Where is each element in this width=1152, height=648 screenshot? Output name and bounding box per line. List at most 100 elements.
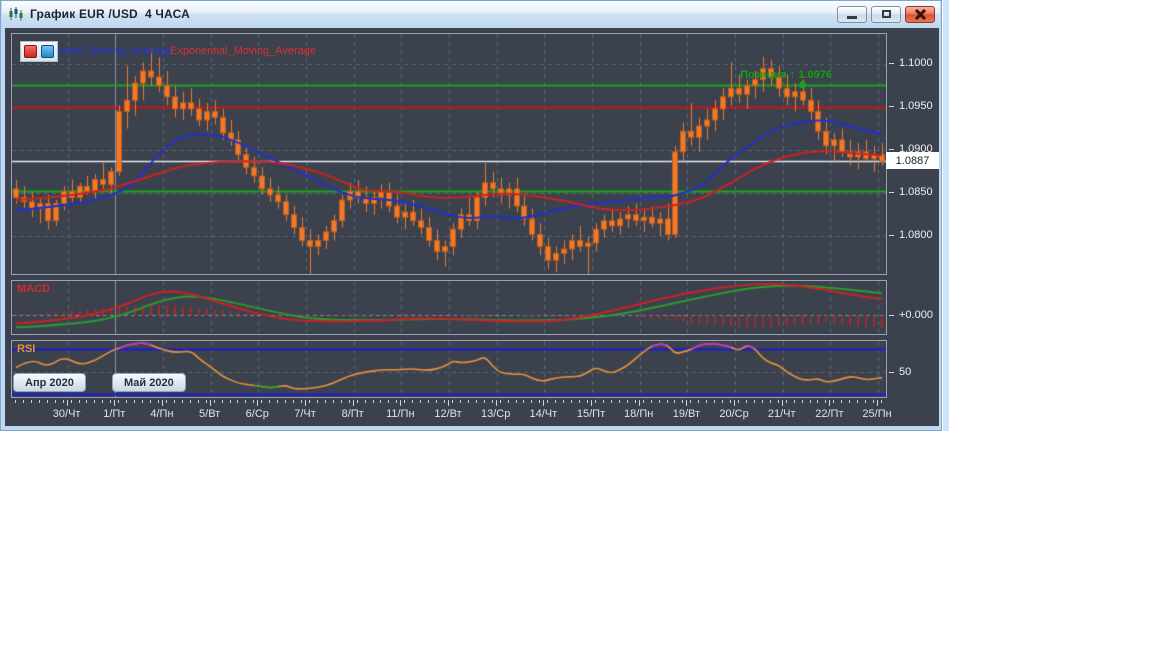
date-label: 22/Пт xyxy=(815,408,844,420)
minor-time-tick xyxy=(651,400,652,403)
rsi-axis-label: 50 xyxy=(889,366,911,378)
date-label: 25/Пн xyxy=(862,408,892,420)
major-time-tick xyxy=(591,400,592,406)
minor-time-tick xyxy=(63,400,64,403)
macd-label: MACD xyxy=(17,283,50,295)
date-label: 12/Вт xyxy=(434,408,462,420)
rsi-axis-value: 50 xyxy=(899,366,912,378)
minor-time-tick xyxy=(31,400,32,403)
major-time-tick xyxy=(257,400,258,406)
minor-time-tick xyxy=(277,400,278,403)
minimize-button[interactable] xyxy=(837,5,867,23)
major-time-tick xyxy=(639,400,640,406)
axis-tick xyxy=(889,371,894,373)
axis-tick xyxy=(889,314,894,316)
minor-time-tick xyxy=(261,400,262,403)
minor-time-tick xyxy=(412,400,413,403)
minor-time-tick xyxy=(555,400,556,403)
minor-time-tick xyxy=(206,400,207,403)
minor-time-tick xyxy=(738,400,739,403)
date-label: 8/Пт xyxy=(341,408,364,420)
minor-time-tick xyxy=(142,400,143,403)
minor-time-tick xyxy=(531,400,532,403)
minor-time-tick xyxy=(39,400,40,403)
titlebar[interactable]: График EUR /USD 4 ЧАСА xyxy=(2,1,940,27)
blue-square-button[interactable] xyxy=(41,45,54,58)
date-label: 1/Пт xyxy=(103,408,126,420)
minor-time-tick xyxy=(388,400,389,403)
minor-time-tick xyxy=(373,400,374,403)
minor-time-tick xyxy=(110,400,111,403)
month-badge-apr[interactable]: Апр 2020 xyxy=(13,373,86,392)
position-text: Позиция xyxy=(740,68,787,81)
minor-time-tick xyxy=(341,400,342,403)
axis-tick xyxy=(889,148,894,150)
major-time-tick xyxy=(305,400,306,406)
minor-time-tick xyxy=(460,400,461,403)
minor-time-tick xyxy=(15,400,16,403)
minor-time-tick xyxy=(317,400,318,403)
window-title: График EUR /USD 4 ЧАСА xyxy=(30,7,191,21)
minor-time-tick xyxy=(778,400,779,403)
minor-time-tick xyxy=(237,400,238,403)
macd-panel: MACD xyxy=(11,280,887,335)
minor-time-tick xyxy=(571,400,572,403)
minor-time-tick xyxy=(754,400,755,403)
maximize-button[interactable] xyxy=(871,5,901,23)
current-price-box: 1.0887 xyxy=(886,152,939,170)
minor-time-tick xyxy=(230,400,231,403)
date-label: 30/Чт xyxy=(52,408,81,420)
minor-time-tick xyxy=(714,400,715,403)
minor-time-tick xyxy=(158,400,159,403)
red-square-button[interactable] xyxy=(24,45,37,58)
month-badge-may[interactable]: Май 2020 xyxy=(112,373,186,392)
major-time-tick xyxy=(543,400,544,406)
date-label: 15/Пт xyxy=(576,408,606,420)
major-time-tick xyxy=(210,400,211,406)
minor-time-tick xyxy=(881,400,882,403)
minor-time-tick xyxy=(357,400,358,403)
macd-canvas[interactable] xyxy=(12,281,886,334)
minor-time-tick xyxy=(611,400,612,403)
minor-time-tick xyxy=(643,400,644,403)
minor-time-tick xyxy=(198,400,199,403)
minor-time-tick xyxy=(269,400,270,403)
minor-time-tick xyxy=(134,400,135,403)
major-time-tick xyxy=(734,400,735,406)
minor-time-tick xyxy=(587,400,588,403)
date-label: 11/Пн xyxy=(386,408,415,420)
macd-axis-value: +0.000 xyxy=(899,309,933,321)
minor-time-tick xyxy=(873,400,874,403)
minor-time-tick xyxy=(786,400,787,403)
price-axis-value: 1.0850 xyxy=(899,186,933,199)
minor-time-tick xyxy=(190,400,191,403)
axis-tick xyxy=(889,62,894,64)
minor-time-tick xyxy=(706,400,707,403)
price-axis-value: 1.1000 xyxy=(899,57,933,70)
minor-time-tick xyxy=(47,400,48,403)
major-time-tick xyxy=(353,400,354,406)
minor-time-tick xyxy=(150,400,151,403)
close-button[interactable] xyxy=(905,5,935,23)
window-controls xyxy=(833,5,935,23)
position-annotation: Позиция ↑ 1.0976 xyxy=(740,69,832,81)
date-label: 20/Ср xyxy=(719,408,749,420)
minor-time-tick xyxy=(404,400,405,403)
minor-time-tick xyxy=(420,400,421,403)
minor-time-tick xyxy=(444,400,445,403)
minor-time-tick xyxy=(603,400,604,403)
axis-tick xyxy=(889,191,894,193)
minor-time-tick xyxy=(484,400,485,403)
minor-time-tick xyxy=(71,400,72,403)
minor-time-tick xyxy=(746,400,747,403)
minor-time-tick xyxy=(802,400,803,403)
price-axis-label: 1.0800 xyxy=(889,229,933,241)
minor-time-tick xyxy=(659,400,660,403)
minor-time-tick xyxy=(698,400,699,403)
minor-time-tick xyxy=(94,400,95,403)
minor-time-tick xyxy=(730,400,731,403)
minor-time-tick xyxy=(452,400,453,403)
minor-time-tick xyxy=(635,400,636,403)
minor-time-tick xyxy=(595,400,596,403)
minor-time-tick xyxy=(833,400,834,403)
